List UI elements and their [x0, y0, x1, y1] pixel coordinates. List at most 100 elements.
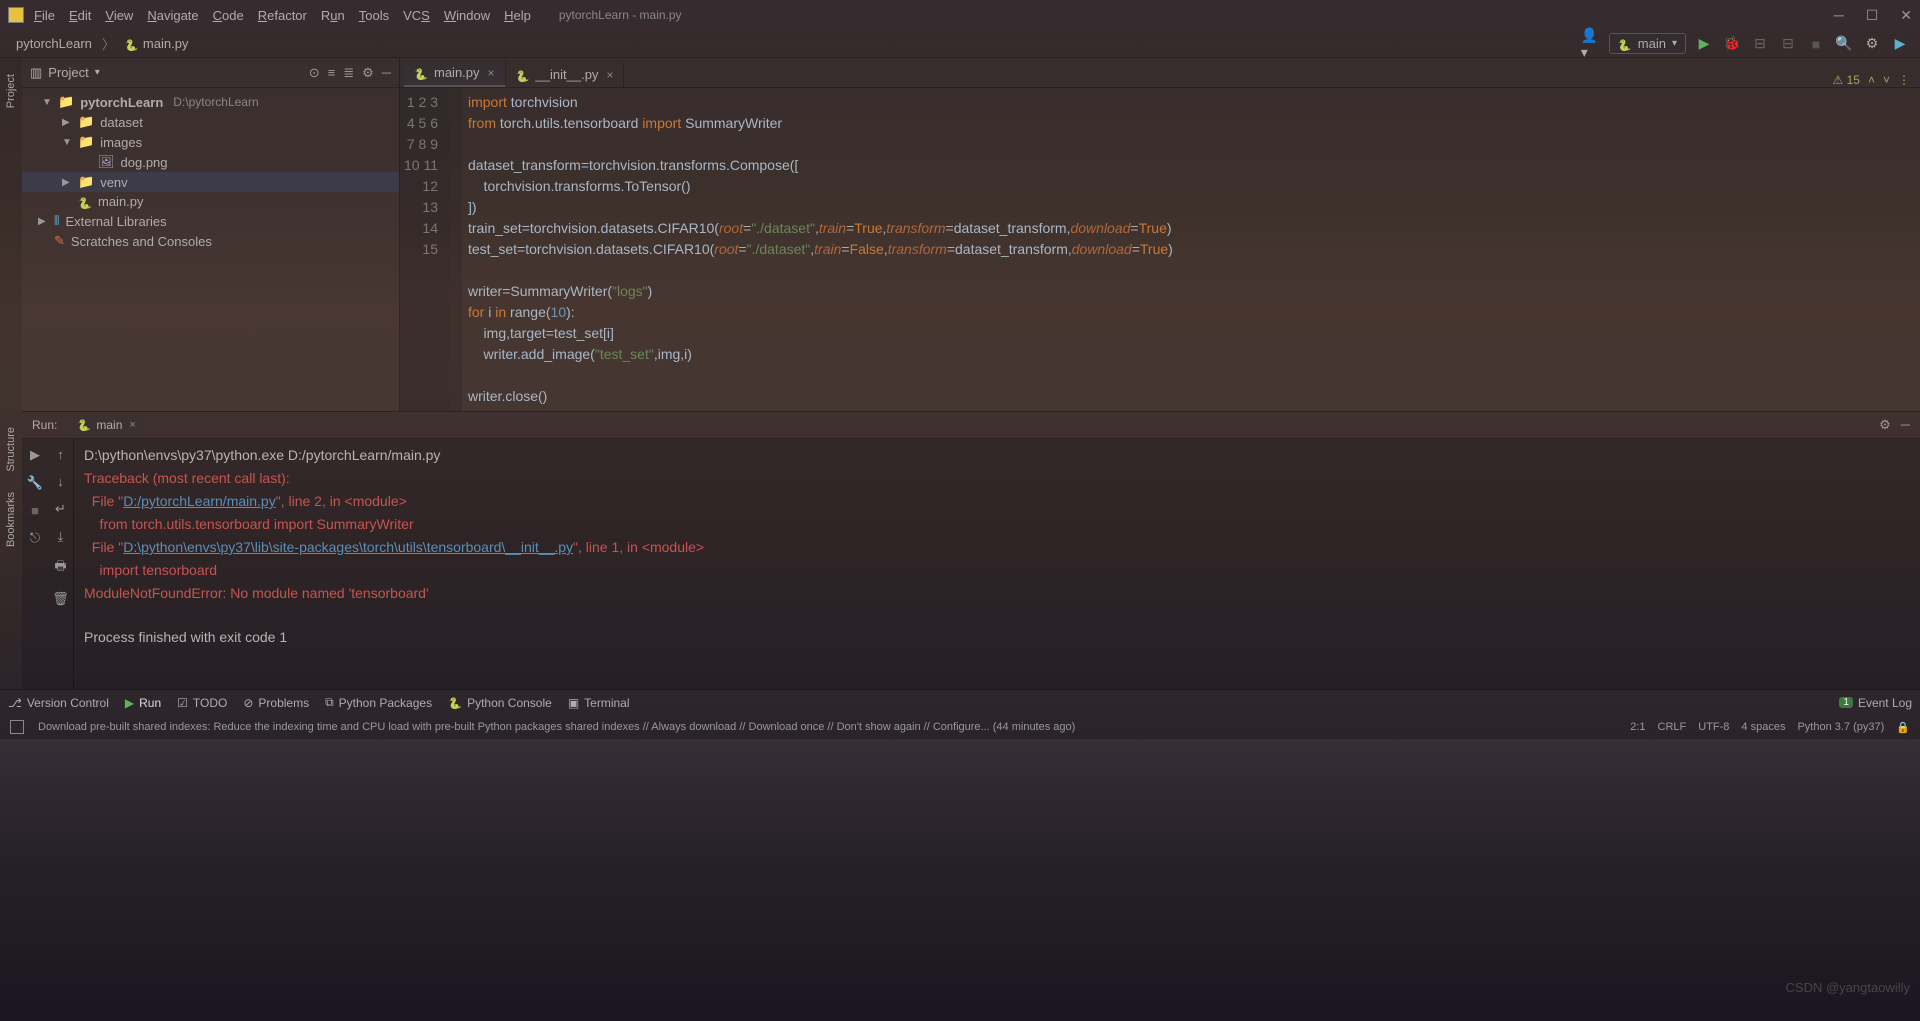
tool-problems[interactable]: ⊘Problems — [243, 696, 309, 710]
interpreter-info[interactable]: Python 3.7 (py37) — [1797, 721, 1884, 733]
expand-icon[interactable]: ▶ — [62, 117, 72, 128]
editor-tab-main[interactable]: main.py × — [404, 60, 506, 87]
project-view-selector[interactable]: ▥ Project ▾ — [30, 65, 100, 81]
rail-project[interactable]: Project — [5, 74, 17, 108]
breadcrumb-project[interactable]: pytorchLearn — [10, 34, 98, 53]
coverage-button[interactable]: ⊟ — [1750, 34, 1770, 54]
menu-edit[interactable]: Edit — [69, 8, 91, 23]
tree-external-libraries[interactable]: ▶ ⫴ External Libraries — [22, 211, 399, 231]
close-tab-icon[interactable]: × — [488, 66, 495, 80]
close-tab-icon[interactable]: × — [606, 68, 613, 82]
run-settings-icon[interactable]: ⚙ — [1879, 417, 1891, 433]
indent-info[interactable]: 4 spaces — [1741, 721, 1785, 733]
tool-todo[interactable]: ☑TODO — [177, 696, 227, 710]
menu-help[interactable]: Help — [504, 8, 531, 23]
app-icon — [8, 7, 24, 23]
editor-menu-icon[interactable]: ⋮ — [1898, 73, 1910, 87]
run-tab-main[interactable]: main × — [69, 415, 143, 435]
menu-file[interactable]: File — [34, 8, 55, 23]
profile-button[interactable]: ⊟ — [1778, 34, 1798, 54]
exit-icon[interactable]: ⎋ — [30, 530, 40, 546]
menu-run[interactable]: Run — [321, 8, 345, 23]
clear-icon[interactable]: 🗑 — [52, 591, 69, 607]
menu-code[interactable]: Code — [213, 8, 244, 23]
tool-python-console[interactable]: Python Console — [448, 696, 552, 710]
expand-icon[interactable]: ▼ — [62, 137, 72, 148]
tool-python-packages[interactable]: ⧉Python Packages — [325, 695, 432, 710]
learn-ide-icon[interactable]: ▶ — [1890, 34, 1910, 54]
rerun-icon[interactable]: ▶ — [30, 447, 40, 463]
menu-tools[interactable]: Tools — [359, 8, 389, 23]
tree-root[interactable]: ▼ 📁 pytorchLearn D:\pytorchLearn — [22, 92, 399, 112]
tab-label: __init__.py — [536, 67, 599, 82]
python-file-icon — [414, 66, 428, 80]
breadcrumb-project-label: pytorchLearn — [16, 36, 92, 51]
fold-column[interactable] — [450, 88, 462, 411]
console-output[interactable]: D:\python\envs\py37\python.exe D:/pytorc… — [74, 439, 1920, 689]
tree-scratches[interactable]: ✎ Scratches and Consoles — [22, 231, 399, 251]
run-tab-label: main — [96, 418, 122, 432]
run-button[interactable]: ▶ — [1694, 34, 1714, 54]
console-link[interactable]: D:\python\envs\py37\lib\site-packages\to… — [123, 539, 573, 555]
tree-root-path: D:\pytorchLearn — [173, 95, 258, 109]
menu-refactor[interactable]: Refactor — [258, 8, 307, 23]
run-config-selector[interactable]: main ▾ — [1609, 33, 1686, 54]
add-user-icon[interactable]: 👤▾ — [1581, 34, 1601, 54]
close-run-tab-icon[interactable]: × — [129, 419, 135, 431]
file-encoding[interactable]: UTF-8 — [1698, 721, 1729, 733]
settings-icon[interactable]: ⚙ — [1862, 34, 1882, 54]
prev-highlight-icon[interactable]: ˄ — [1868, 73, 1875, 87]
inspection-warning-icon[interactable]: ⚠ 15 — [1833, 73, 1860, 87]
tree-item-images[interactable]: ▼ 📁 images — [22, 132, 399, 152]
next-highlight-icon[interactable]: ˅ — [1883, 73, 1890, 87]
minimize-button[interactable]: ─ — [1834, 7, 1844, 24]
tool-event-log[interactable]: 1 Event Log — [1839, 696, 1912, 710]
stop-run-icon[interactable]: ■ — [31, 503, 39, 518]
hide-panel-icon[interactable]: ─ — [382, 65, 391, 81]
maximize-button[interactable]: ☐ — [1866, 7, 1879, 24]
debug-button[interactable]: 🐞 — [1722, 34, 1742, 54]
expand-icon[interactable]: ▼ — [42, 97, 52, 108]
rail-bookmarks[interactable]: Bookmarks — [5, 492, 17, 547]
print-icon[interactable]: 🖶 — [54, 557, 66, 579]
tree-item-venv[interactable]: ▶ 📁 venv — [22, 172, 399, 192]
soft-wrap-icon[interactable]: ↵ — [55, 501, 66, 517]
down-trace-icon[interactable]: ↓ — [57, 474, 64, 489]
locate-file-icon[interactable]: ⊙ — [309, 65, 320, 81]
lock-icon[interactable]: 🔒 — [1896, 721, 1910, 734]
menu-vcs[interactable]: VCS — [403, 8, 430, 23]
left-tool-rail: Project — [0, 58, 22, 411]
expand-icon[interactable]: ▶ — [62, 177, 72, 188]
tree-item-dogpng[interactable]: 🖼 dog.png — [22, 152, 399, 172]
console-link[interactable]: D:/pytorchLearn/main.py — [123, 493, 276, 509]
tool-terminal[interactable]: ▣Terminal — [568, 696, 630, 710]
folder-icon: 📁 — [58, 94, 74, 110]
code-area[interactable]: 1 2 3 4 5 6 7 8 9 10 11 12 13 14 15 impo… — [400, 88, 1920, 411]
stop-button[interactable]: ■ — [1806, 34, 1826, 54]
status-menu-icon[interactable] — [10, 720, 24, 734]
menu-navigate[interactable]: Navigate — [147, 8, 198, 23]
tool-run[interactable]: ▶Run — [125, 696, 161, 710]
editor-tab-init[interactable]: __init__.py × — [506, 62, 625, 87]
hide-run-icon[interactable]: ─ — [1901, 417, 1910, 433]
menu-window[interactable]: Window — [444, 8, 490, 23]
expand-icon[interactable]: ▶ — [38, 216, 48, 227]
panel-settings-icon[interactable]: ⚙ — [362, 65, 374, 81]
line-separator[interactable]: CRLF — [1658, 721, 1687, 733]
expand-all-icon[interactable]: ≡ — [328, 65, 336, 81]
code-text[interactable]: import torchvision from torch.utils.tens… — [462, 88, 1920, 411]
caret-position[interactable]: 2:1 — [1630, 721, 1645, 733]
tool-version-control[interactable]: ⎇Version Control — [8, 696, 109, 710]
close-button[interactable]: ✕ — [1900, 7, 1912, 24]
tree-item-dataset[interactable]: ▶ 📁 dataset — [22, 112, 399, 132]
up-trace-icon[interactable]: ↑ — [57, 447, 64, 462]
status-message[interactable]: Download pre-built shared indexes: Reduc… — [38, 721, 1075, 733]
menu-view[interactable]: View — [105, 8, 133, 23]
tree-item-mainpy[interactable]: main.py — [22, 192, 399, 211]
collapse-all-icon[interactable]: ≣ — [343, 65, 354, 81]
search-icon[interactable]: 🔍 — [1834, 34, 1854, 54]
breadcrumb-file[interactable]: main.py — [119, 34, 195, 53]
modify-run-icon[interactable]: 🔧 — [27, 475, 43, 491]
rail-structure[interactable]: Structure — [5, 427, 17, 472]
scroll-end-icon[interactable]: ⤓ — [58, 529, 64, 545]
